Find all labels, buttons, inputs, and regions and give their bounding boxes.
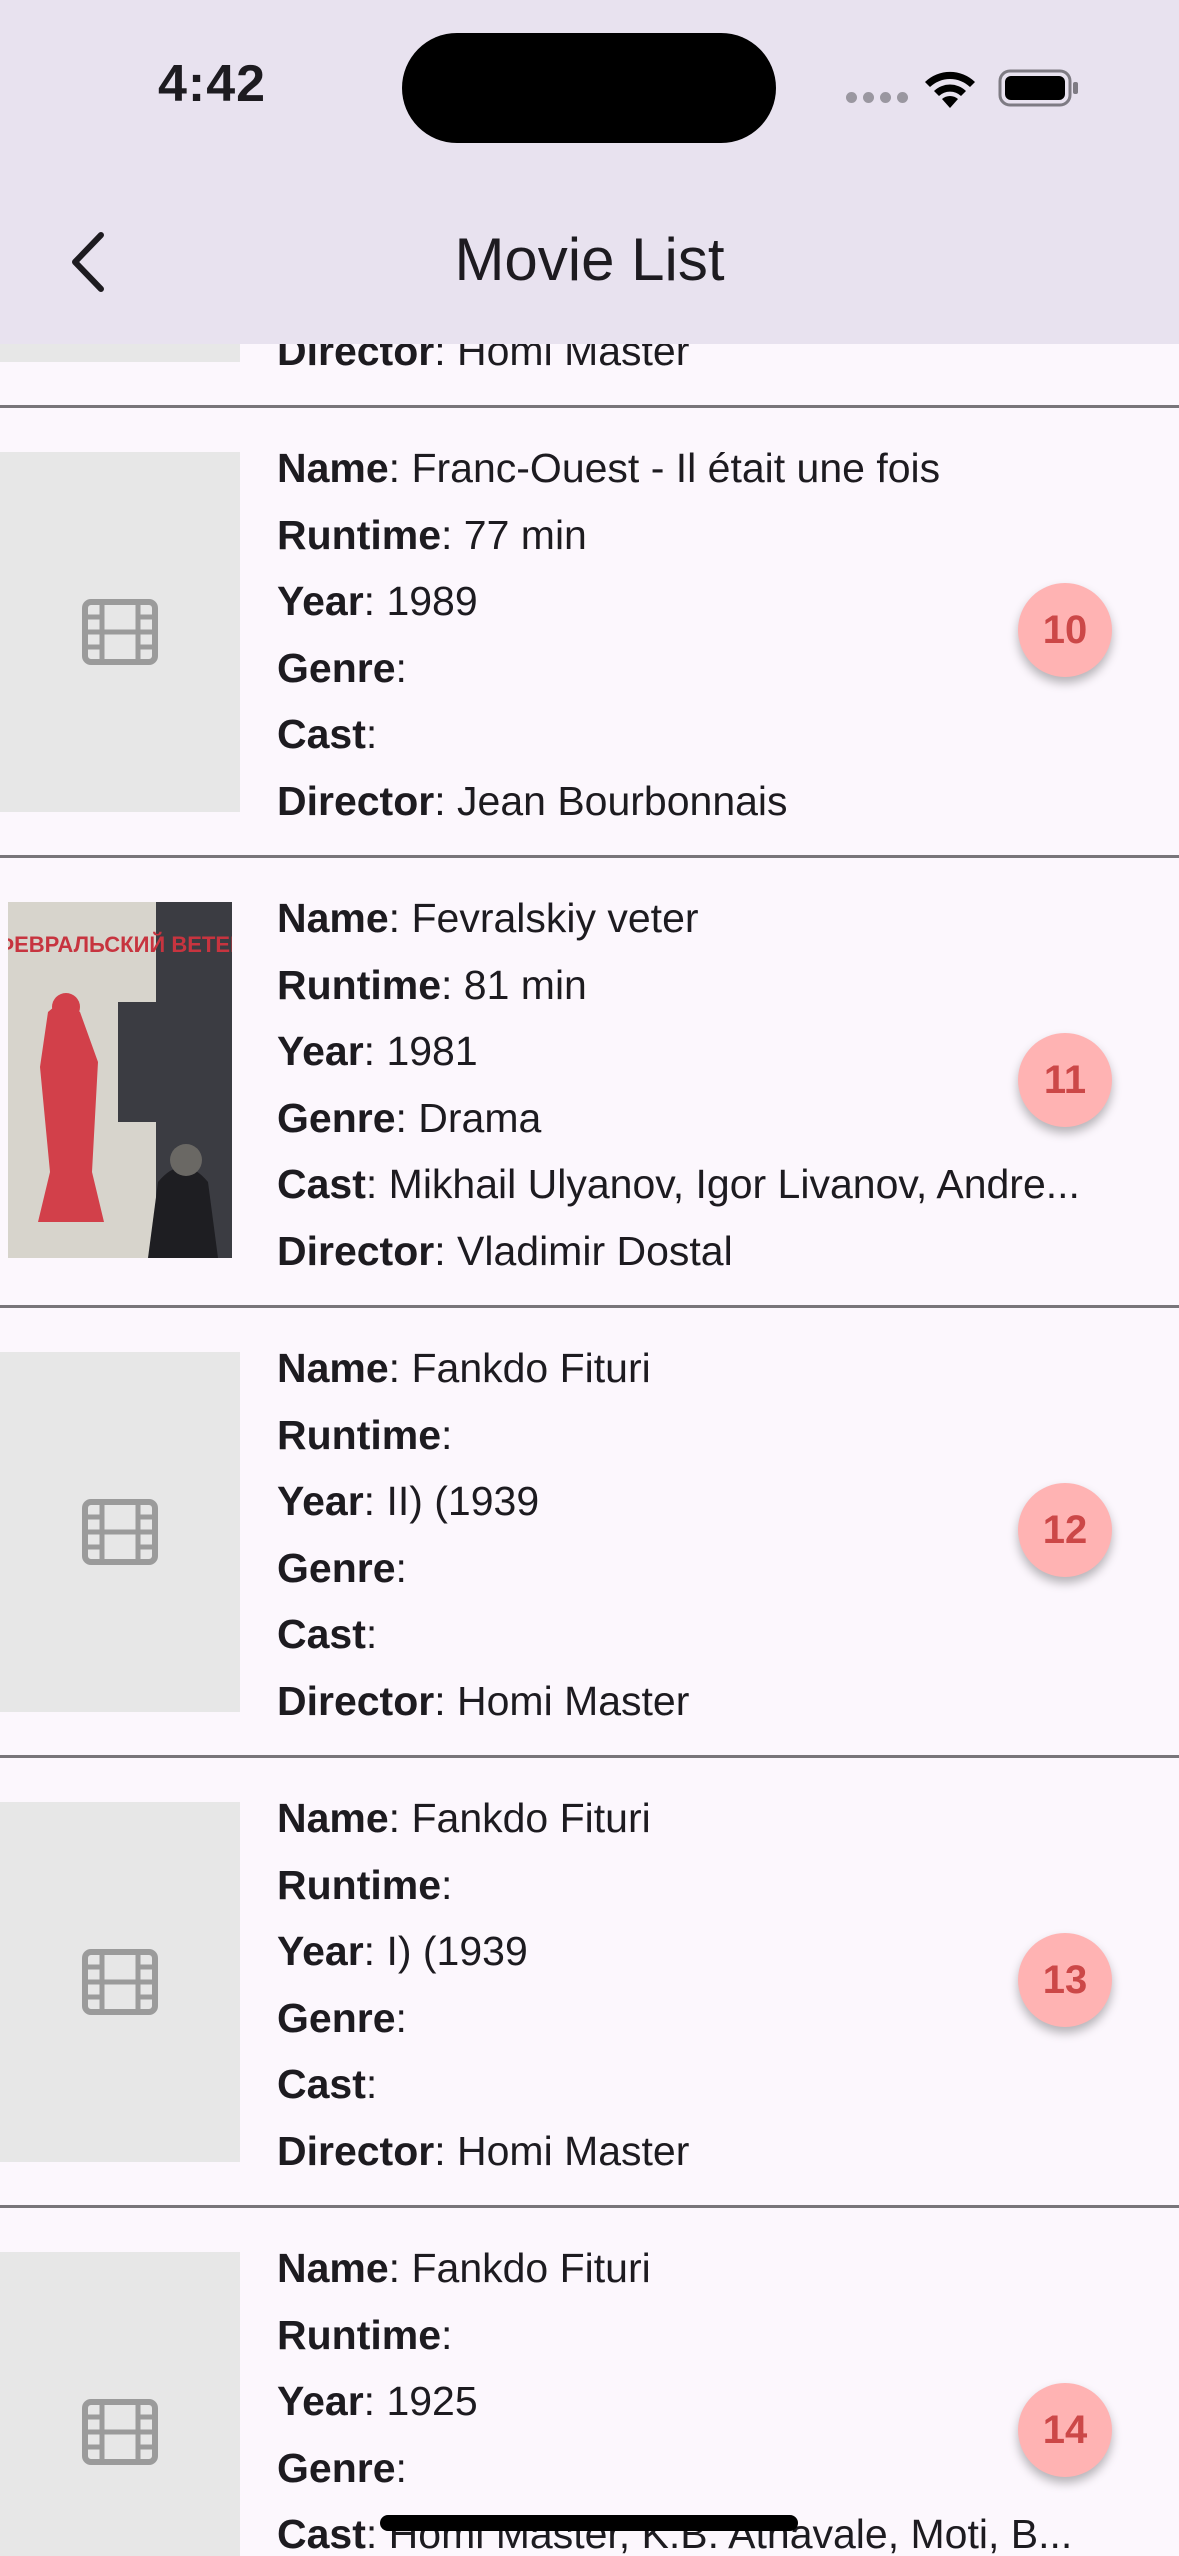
poster-placeholder <box>0 2252 240 2556</box>
poster-image: ФЕВРАЛЬСКИЙ ВЕТЕР <box>8 902 232 1258</box>
year-field: Year: 1981 <box>277 1028 478 1074</box>
genre-field: Genre: <box>277 1994 407 2041</box>
dynamic-island <box>402 33 776 143</box>
name-field: Name: Franc-Ouest - Il était une fois <box>277 445 941 491</box>
cast-field: Cast: <box>277 2061 378 2107</box>
home-indicator[interactable] <box>380 2515 798 2531</box>
runtime-field: Runtime: <box>277 2311 453 2358</box>
status-time: 4:42 <box>158 55 267 113</box>
name-field: Name: Fankdo Fituri <box>277 2245 651 2291</box>
movie-row[interactable]: Name: Franc-Ouest - Il était une fois Ru… <box>0 406 1179 856</box>
runtime-field: Runtime: 81 min <box>277 961 587 1008</box>
film-icon <box>82 1949 158 2015</box>
back-button[interactable] <box>52 222 122 302</box>
cast-field: Cast: <box>277 1611 378 1657</box>
cast-field: Cast: <box>277 711 378 757</box>
index-badge[interactable]: 11 <box>1018 1033 1112 1127</box>
movie-details: Name: Fankdo Fituri Runtime: Year: 1925 … <box>277 2235 1147 2556</box>
movie-details: Name: Fankdo Fituri Runtime: Year: I) (1… <box>277 1785 1147 2184</box>
movie-poster: ФЕВРАЛЬСКИЙ ВЕТЕР <box>8 902 232 1258</box>
poster-placeholder <box>0 452 240 812</box>
movie-details: Name: Fankdo Fituri Runtime: Year: II) (… <box>277 1335 1147 1734</box>
movie-list[interactable]: Director: Homi Master Name: Franc-Ouest … <box>0 0 1179 2556</box>
battery-icon <box>998 69 1078 107</box>
poster-title: ФЕВРАЛЬСКИЙ ВЕТЕР <box>8 932 232 957</box>
app-bar: 4:42 Movie List <box>0 0 1179 344</box>
director-field: Director: Jean Bourbonnais <box>277 777 788 824</box>
runtime-field: Runtime: <box>277 1861 453 1908</box>
year-field: Year: I) (1939 <box>277 1928 528 1974</box>
page-title: Movie List <box>454 226 725 293</box>
genre-field: Genre: Drama <box>277 1094 542 1141</box>
movie-details: Name: Fevralskiy veter Runtime: 81 min Y… <box>277 885 1147 1284</box>
cellular-signal-icon <box>846 92 908 103</box>
index-badge[interactable]: 12 <box>1018 1483 1112 1577</box>
movie-row[interactable]: Name: Fankdo Fituri Runtime: Year: I) (1… <box>0 1756 1179 2206</box>
poster-placeholder <box>0 1802 240 2162</box>
index-badge[interactable]: 10 <box>1018 583 1112 677</box>
chevron-left-icon <box>72 232 104 292</box>
runtime-field: Runtime: <box>277 1411 453 1458</box>
year-field: Year: 1989 <box>277 578 478 624</box>
director-field: Director: Homi Master <box>277 2127 690 2174</box>
wifi-icon <box>925 71 975 108</box>
index-badge[interactable]: 13 <box>1018 1933 1112 2027</box>
movie-details: Name: Franc-Ouest - Il était une fois Ru… <box>277 435 1147 834</box>
director-field: Director: Vladimir Dostal <box>277 1227 733 1274</box>
film-icon <box>82 599 158 665</box>
name-field: Name: Fankdo Fituri <box>277 1345 651 1391</box>
name-field: Name: Fevralskiy veter <box>277 895 699 941</box>
film-icon <box>82 1499 158 1565</box>
index-badge[interactable]: 14 <box>1018 2383 1112 2477</box>
genre-field: Genre: <box>277 644 407 691</box>
genre-field: Genre: <box>277 2444 407 2491</box>
year-field: Year: 1925 <box>277 2378 478 2424</box>
name-field: Name: Fankdo Fituri <box>277 1795 651 1841</box>
year-field: Year: II) (1939 <box>277 1478 540 1524</box>
poster-placeholder <box>0 1352 240 1712</box>
movie-row[interactable]: Name: Fankdo Fituri Runtime: Year: 1925 … <box>0 2206 1179 2556</box>
film-icon <box>82 2399 158 2465</box>
genre-field: Genre: <box>277 1544 407 1591</box>
cast-field: Cast: Mikhail Ulyanov, Igor Livanov, And… <box>277 1161 1080 1207</box>
director-field: Director: Homi Master <box>277 1677 690 1724</box>
runtime-field: Runtime: 77 min <box>277 511 587 558</box>
movie-row[interactable]: ФЕВРАЛЬСКИЙ ВЕТЕР Name: Fevralskiy veter… <box>0 856 1179 1306</box>
movie-row[interactable]: Name: Fankdo Fituri Runtime: Year: II) (… <box>0 1306 1179 1756</box>
